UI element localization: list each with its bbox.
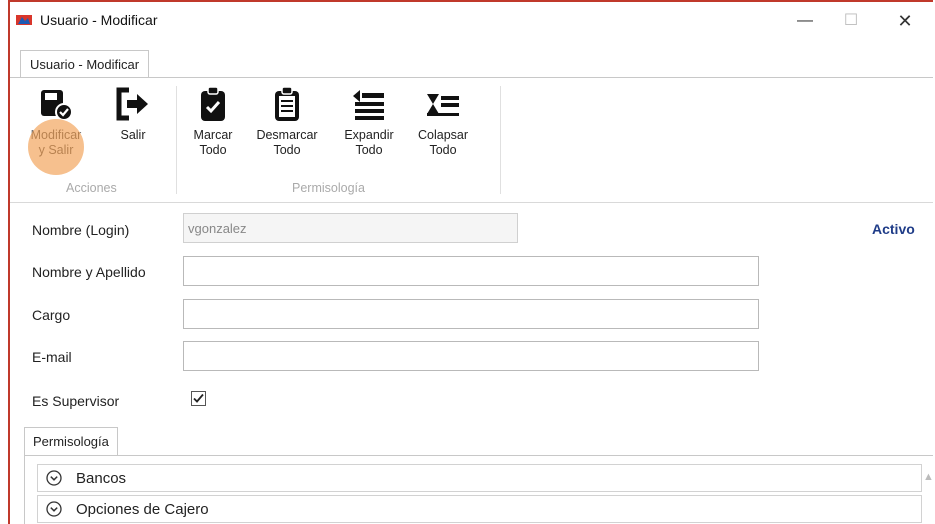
maximize-button[interactable]: ☐ — [836, 8, 866, 34]
expand-all-button[interactable]: Expandir Todo — [338, 84, 400, 158]
expand-all-line1: Expandir — [344, 128, 394, 142]
uncheck-all-line1: Desmarcar — [256, 128, 318, 142]
expand-icon — [353, 90, 384, 120]
status-label: Activo — [872, 221, 915, 237]
ribbon-toolbar: Modificar y Salir Salir Acciones Marcar … — [10, 77, 933, 203]
email-label: E-mail — [32, 349, 72, 365]
tab-permisologia[interactable]: Permisología — [24, 427, 118, 456]
scroll-up-icon[interactable]: ▲ — [923, 471, 933, 483]
position-label: Cargo — [32, 307, 71, 323]
permission-group-label: Opciones de Cajero — [76, 501, 209, 518]
chevron-down-icon[interactable] — [46, 470, 62, 486]
collapse-all-line2: Todo — [429, 143, 457, 157]
collapse-icon — [427, 94, 459, 116]
exit-label: Salir — [120, 128, 146, 142]
group-label-acciones: Acciones — [66, 181, 117, 195]
modify-label-line2: y Salir — [38, 143, 74, 157]
permission-group-opciones-cajero[interactable]: Opciones de Cajero — [37, 495, 922, 523]
supervisor-checkbox[interactable] — [191, 391, 206, 406]
expand-all-line2: Todo — [355, 143, 383, 157]
window-title: Usuario - Modificar — [40, 12, 158, 28]
app-logo-icon — [16, 15, 32, 25]
checkmark-icon — [193, 393, 204, 403]
collapse-all-button[interactable]: Colapsar Todo — [412, 84, 474, 158]
position-field[interactable] — [183, 299, 759, 329]
ribbon-tab-bar: Usuario - Modificar — [10, 42, 933, 78]
permissions-panel: Bancos ▲ Opciones de Cajero — [24, 455, 933, 524]
full-name-field[interactable] — [183, 256, 759, 286]
group-separator — [176, 86, 177, 194]
clipboard-list-icon — [275, 86, 299, 121]
modify-label-line1: Modificar — [30, 128, 82, 142]
modify-and-exit-button[interactable]: Modificar y Salir — [30, 84, 82, 158]
uncheck-all-button[interactable]: Desmarcar Todo — [251, 84, 323, 158]
check-all-line1: Marcar — [193, 128, 233, 142]
minimize-button[interactable]: — — [790, 8, 820, 34]
tab-usuario-modificar[interactable]: Usuario - Modificar — [20, 50, 150, 78]
login-field[interactable] — [183, 213, 518, 243]
supervisor-label: Es Supervisor — [32, 393, 120, 409]
clipboard-check-icon — [201, 86, 225, 121]
save-user-icon — [41, 90, 73, 121]
chevron-down-icon[interactable] — [46, 501, 62, 517]
title-bar: Usuario - Modificar — ☐ ✕ — [10, 2, 933, 42]
close-button[interactable]: ✕ — [890, 8, 920, 34]
collapse-all-line1: Colapsar — [417, 128, 469, 142]
sign-out-icon — [116, 87, 148, 121]
uncheck-all-line2: Todo — [273, 143, 301, 157]
full-name-label: Nombre y Apellido — [32, 264, 146, 280]
exit-button[interactable]: Salir — [110, 84, 156, 143]
login-label: Nombre (Login) — [32, 222, 130, 238]
permission-group-bancos[interactable]: Bancos — [37, 464, 922, 492]
check-all-button[interactable]: Marcar Todo — [186, 84, 240, 158]
email-field[interactable] — [183, 341, 759, 371]
permission-group-label: Bancos — [76, 470, 127, 487]
check-all-line2: Todo — [199, 143, 227, 157]
app-window: Usuario - Modificar — ☐ ✕ Usuario - Modi… — [8, 0, 933, 524]
group-separator — [500, 86, 501, 194]
group-label-permisologia: Permisología — [292, 181, 365, 195]
